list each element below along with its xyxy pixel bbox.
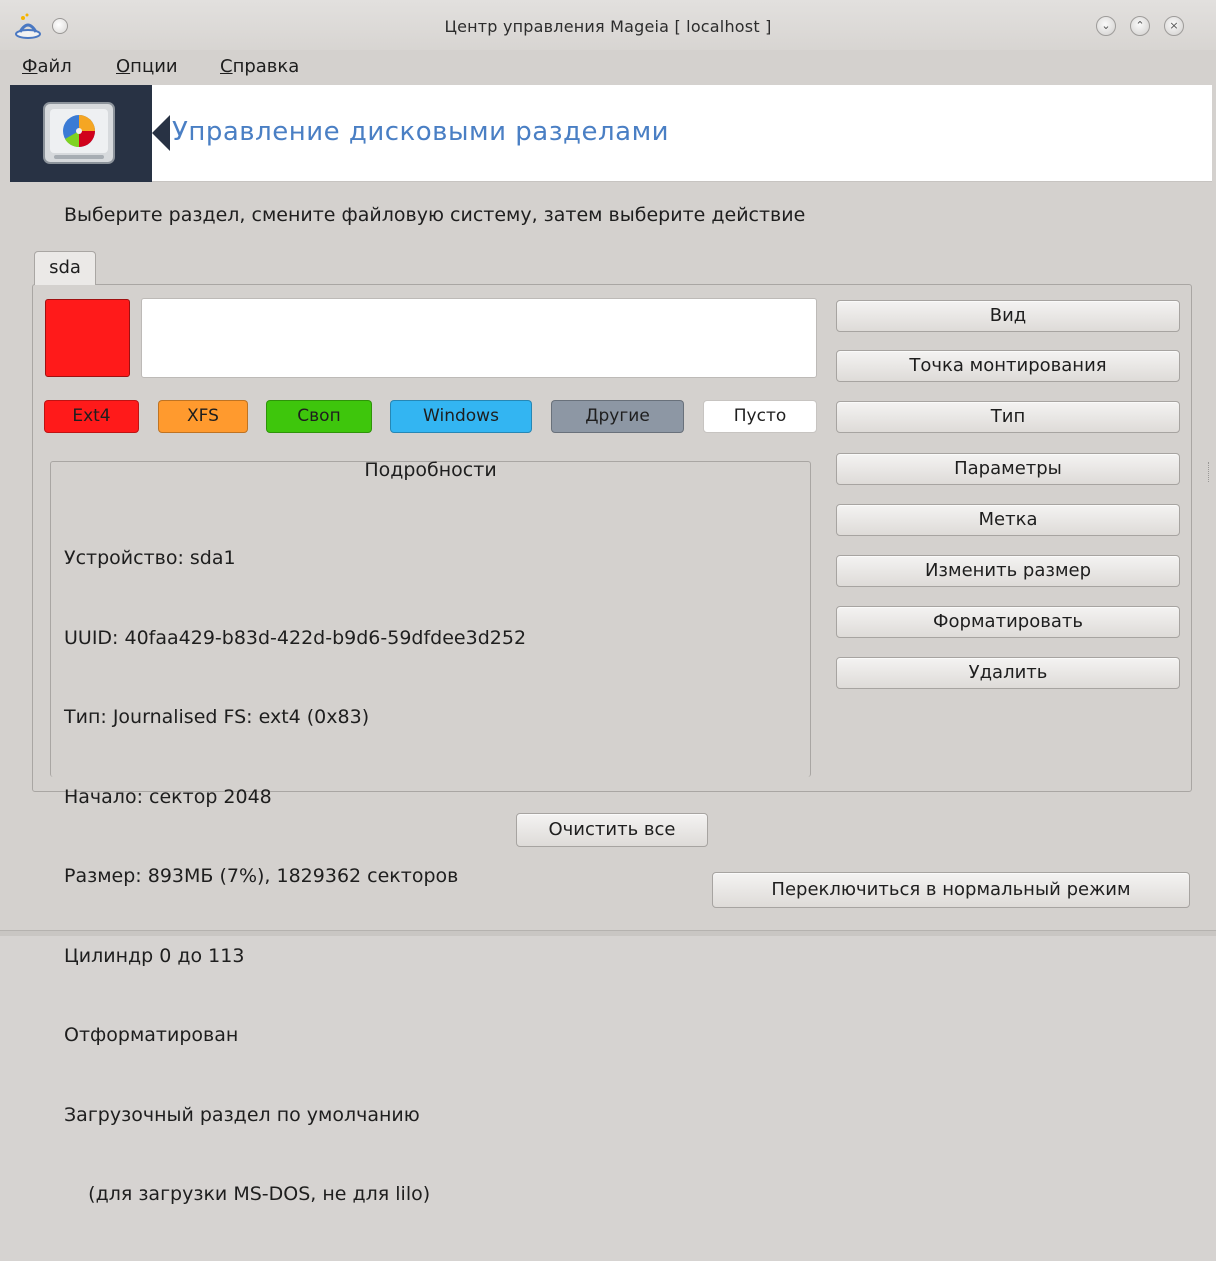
tab-sda[interactable]: sda [34,251,96,285]
legend-windows[interactable]: Windows [390,400,532,433]
menu-help-mnemonic: С [220,56,233,77]
maximize-button[interactable]: ⌃ [1130,16,1150,36]
legend-other[interactable]: Другие [551,400,684,433]
menu-help-label: правка [232,56,300,77]
banner-notch [152,115,170,151]
minimize-button[interactable]: ⌄ [1096,16,1116,36]
delete-button[interactable]: Удалить [836,657,1180,689]
title-bar[interactable]: Центр управления Mageia [ localhost ] ⌄ … [0,0,1216,50]
legend-swap[interactable]: Своп [266,400,372,433]
menu-file[interactable]: Файл [22,56,72,77]
close-button[interactable]: × [1164,16,1184,36]
detail-line-formatted: Отформатирован [64,1024,239,1046]
main-window: Центр управления Mageia [ localhost ] ⌄ … [0,0,1216,1205]
label-button[interactable]: Метка [836,504,1180,536]
detail-line-size: Размер: 893МБ (7%), 1829362 секторов [64,865,459,887]
detail-line-uuid: UUID: 40faa429-b83d-422d-b9d6-59dfdee3d2… [64,626,527,649]
menu-options-mnemonic: О [116,56,131,77]
menu-file-label: айл [37,56,72,77]
hard-disk-icon [43,102,115,164]
type-button[interactable]: Тип [836,401,1180,433]
header-banner: Управление дисковыми разделами [10,85,1212,182]
selected-partition-block[interactable] [45,299,130,377]
detail-line-boot-note: (для загрузки MS-DOS, не для lilo) [64,1183,431,1205]
window-bottom-edge [0,930,1216,936]
page-heading: Управление дисковыми разделами [172,117,670,147]
menu-options[interactable]: Опции [116,56,178,77]
clear-all-button[interactable]: Очистить все [516,813,708,847]
legend-xfs[interactable]: XFS [158,400,248,433]
detail-line-cylinder: Цилиндр 0 до 113 [64,944,245,967]
resize-grip[interactable] [1208,462,1211,482]
window-title: Центр управления Mageia [ localhost ] [444,17,772,36]
detail-line-type: Тип: Journalised FS: ext4 (0x83) [64,706,370,728]
details-text: Устройство: sda1 UUID: 40faa429-b83d-422… [64,492,526,1261]
legend-ext4[interactable]: Ext4 [44,400,139,433]
menu-file-mnemonic: Ф [22,56,38,77]
resize-button[interactable]: Изменить размер [836,555,1180,587]
menu-help[interactable]: Справка [220,56,299,77]
menu-options-label: пции [130,56,178,77]
normal-mode-button[interactable]: Переключиться в нормальный режим [712,872,1190,908]
detail-line-start: Начало: сектор 2048 [64,785,272,808]
view-button[interactable]: Вид [836,300,1180,332]
instruction-text: Выберите раздел, смените файловую систем… [64,204,806,226]
partition-bar[interactable] [141,298,817,378]
legend-empty[interactable]: Пусто [703,400,817,433]
detail-line-boot: Загрузочный раздел по умолчанию [64,1103,420,1126]
details-title: Подробности [364,459,497,481]
detail-line-device: Устройство: sda1 [64,547,236,569]
mount-point-button[interactable]: Точка монтирования [836,350,1180,382]
format-button[interactable]: Форматировать [836,606,1180,638]
menu-bar: Файл Опции Справка [0,50,1216,84]
options-button[interactable]: Параметры [836,453,1180,485]
